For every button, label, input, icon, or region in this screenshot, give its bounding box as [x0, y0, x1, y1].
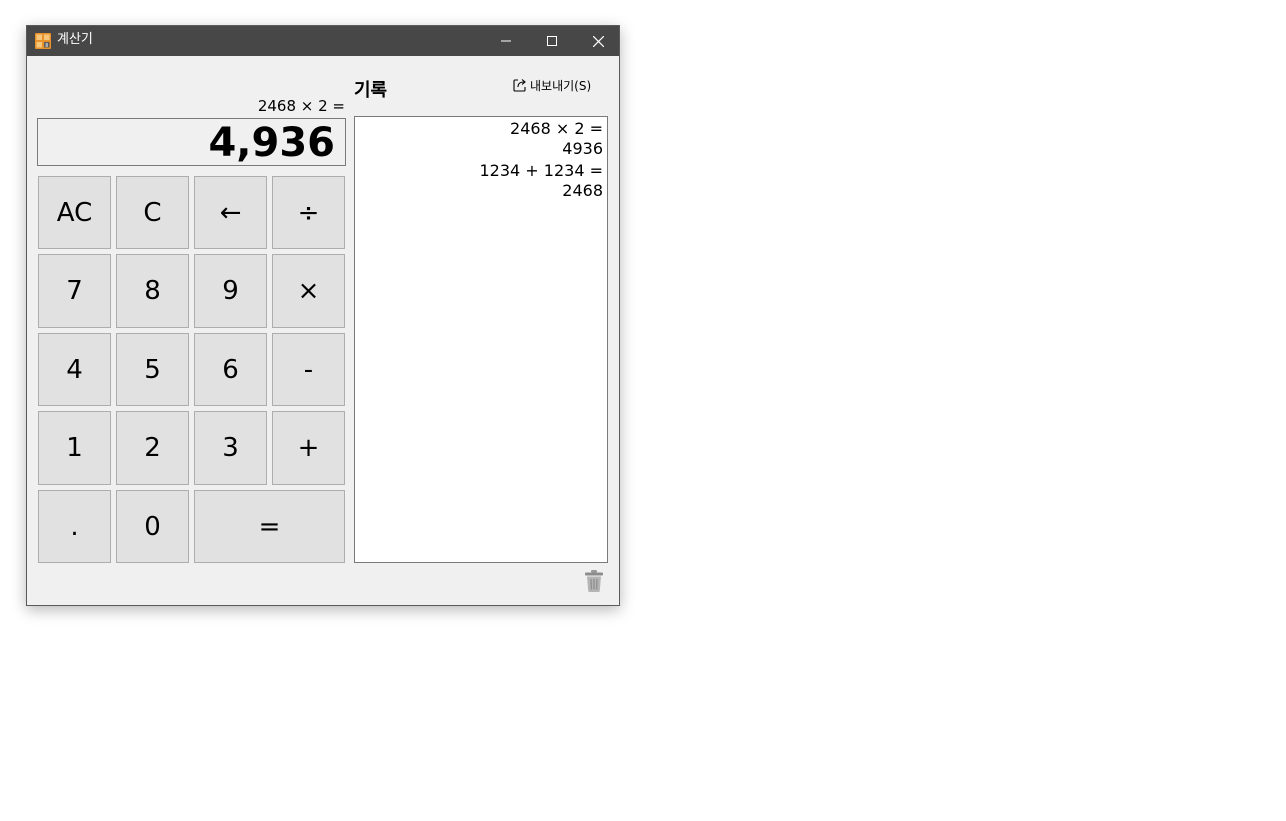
expression-display: 2468 × 2 =: [257, 97, 345, 115]
divide-button[interactable]: ÷: [272, 176, 345, 249]
history-list[interactable]: 2468 × 2 = 4936 1234 + 1234 = 2468: [354, 116, 608, 563]
digit-3-button[interactable]: 3: [194, 411, 267, 485]
history-item-expression: 1234 + 1234 =: [479, 161, 603, 180]
subtract-button[interactable]: -: [272, 333, 345, 406]
close-button[interactable]: [575, 26, 621, 56]
export-icon: [513, 79, 526, 92]
close-icon: [592, 35, 604, 47]
backspace-button[interactable]: ←: [194, 176, 267, 249]
result-display: 4,936: [37, 118, 346, 166]
window-title: 계산기: [57, 32, 93, 47]
calculator-window: 계산기 2468 × 2 = 4,936 AC C ← ÷ 7 8 9 × 4 …: [26, 25, 620, 606]
digit-8-button[interactable]: 8: [116, 254, 189, 328]
digit-2-button[interactable]: 2: [116, 411, 189, 485]
history-title: 기록: [354, 80, 388, 101]
decimal-button[interactable]: .: [38, 490, 111, 563]
export-button[interactable]: 내보내기(S): [512, 75, 591, 95]
history-item-result: 2468: [562, 181, 603, 200]
digit-7-button[interactable]: 7: [38, 254, 111, 328]
result-value: 4,936: [208, 120, 335, 166]
minimize-icon: [501, 40, 511, 42]
clear-button[interactable]: C: [116, 176, 189, 249]
history-item-expression: 2468 × 2 =: [510, 119, 603, 138]
add-button[interactable]: +: [272, 411, 345, 485]
digit-4-button[interactable]: 4: [38, 333, 111, 406]
digit-5-button[interactable]: 5: [116, 333, 189, 406]
history-item[interactable]: 1234 + 1234 = 2468: [355, 161, 607, 201]
calculator-app-icon: [35, 33, 51, 49]
equals-button[interactable]: =: [194, 490, 345, 563]
maximize-button[interactable]: [529, 26, 575, 56]
maximize-icon: [547, 36, 557, 46]
trash-icon[interactable]: [583, 569, 605, 593]
digit-0-button[interactable]: 0: [116, 490, 189, 563]
all-clear-button[interactable]: AC: [38, 176, 111, 249]
title-bar[interactable]: 계산기: [27, 26, 619, 56]
minimize-button[interactable]: [483, 26, 529, 56]
history-item-result: 4936: [562, 139, 603, 158]
multiply-button[interactable]: ×: [272, 254, 345, 328]
digit-9-button[interactable]: 9: [194, 254, 267, 328]
export-label: 내보내기(S): [530, 78, 592, 93]
digit-1-button[interactable]: 1: [38, 411, 111, 485]
history-item[interactable]: 2468 × 2 = 4936: [355, 119, 607, 159]
digit-6-button[interactable]: 6: [194, 333, 267, 406]
